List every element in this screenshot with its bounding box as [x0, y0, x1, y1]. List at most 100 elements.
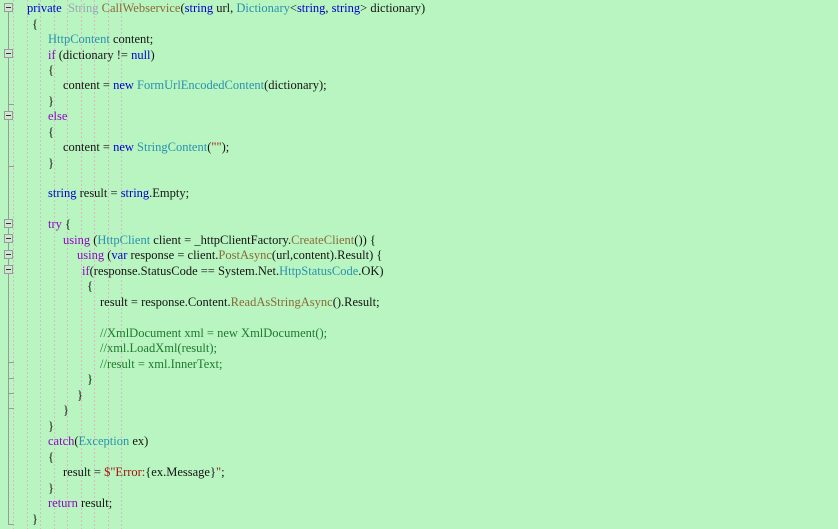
- code-token: StringContent: [137, 140, 208, 154]
- code-line[interactable]: if (dictionary != null): [48, 48, 155, 63]
- code-editor[interactable]: private String CallWebservice(string url…: [0, 0, 838, 529]
- code-token: private: [27, 1, 62, 15]
- code-token: }: [77, 388, 83, 402]
- code-token: {: [61, 217, 72, 231]
- code-token: url,: [213, 1, 237, 15]
- code-line[interactable]: result = $"Error:{ex.Message}";: [63, 465, 225, 480]
- code-token: {: [87, 279, 93, 293]
- outline-region-end-tick: [8, 104, 14, 105]
- code-line[interactable]: }: [48, 419, 54, 434]
- code-line[interactable]: }: [77, 388, 83, 403]
- code-token: {ex.Message}: [145, 465, 216, 479]
- code-token: CreateClient: [291, 233, 355, 247]
- code-line[interactable]: private String CallWebservice(string url…: [27, 1, 425, 16]
- code-token: Dictionary: [236, 1, 290, 15]
- code-token: HttpStatusCode: [279, 264, 359, 278]
- outline-region-line: [8, 58, 9, 104]
- code-line[interactable]: }: [63, 403, 69, 418]
- code-token: if: [48, 48, 56, 62]
- code-line[interactable]: {: [48, 63, 54, 78]
- code-token: }: [48, 419, 54, 433]
- outline-region-end-tick: [8, 408, 14, 409]
- code-token: (url,content).Result) {: [271, 248, 383, 262]
- minus-box-icon[interactable]: [4, 265, 13, 274]
- minus-box-icon[interactable]: [4, 49, 13, 58]
- code-token: return: [48, 496, 78, 510]
- code-token: {: [48, 125, 54, 139]
- code-token: {: [48, 63, 54, 77]
- code-line[interactable]: {: [48, 125, 54, 140]
- code-token: string: [48, 186, 77, 200]
- code-token: }: [32, 512, 38, 526]
- code-token: .Empty;: [149, 186, 190, 200]
- code-token: try: [48, 217, 62, 231]
- outline-region-end-tick: [8, 524, 14, 525]
- code-token: string: [331, 1, 361, 15]
- minus-box-icon[interactable]: [4, 111, 13, 120]
- code-line[interactable]: {: [48, 450, 54, 465]
- code-token: result =: [76, 186, 121, 200]
- code-line[interactable]: catch(Exception ex): [48, 434, 148, 449]
- code-line[interactable]: {: [32, 17, 38, 32]
- code-token: new: [113, 78, 134, 92]
- code-token: > dictionary): [360, 1, 426, 15]
- code-token: .OK): [358, 264, 384, 278]
- code-line[interactable]: if(response.StatusCode == System.Net.Htt…: [82, 264, 384, 279]
- code-token: }: [87, 372, 93, 386]
- code-token: string: [184, 1, 214, 15]
- code-token: using: [77, 248, 105, 262]
- code-token: catch: [48, 434, 75, 448]
- code-token: (response.StatusCode == System.Net.: [89, 264, 280, 278]
- code-line[interactable]: {: [87, 279, 93, 294]
- code-line[interactable]: content = new FormUrlEncodedContent(dict…: [63, 78, 327, 93]
- minus-box-icon[interactable]: [4, 234, 13, 243]
- code-token: string: [120, 186, 150, 200]
- code-token: result =: [63, 465, 105, 479]
- code-line[interactable]: else: [48, 109, 67, 124]
- code-token: FormUrlEncodedContent: [137, 78, 265, 92]
- code-line[interactable]: }: [48, 481, 54, 496]
- code-line[interactable]: }: [32, 512, 38, 527]
- code-line[interactable]: }: [87, 372, 93, 387]
- code-token: CallWebservice: [101, 1, 181, 15]
- code-token: );: [221, 140, 230, 154]
- code-line[interactable]: }: [48, 156, 54, 171]
- outlining-gutter[interactable]: [0, 0, 16, 529]
- code-line[interactable]: HttpContent content;: [48, 32, 153, 47]
- code-line[interactable]: //XmlDocument xml = new XmlDocument();: [100, 326, 327, 341]
- code-line[interactable]: }: [48, 94, 54, 109]
- code-line[interactable]: using (var response = client.PostAsync(u…: [77, 248, 382, 263]
- code-token: ): [150, 48, 155, 62]
- outline-region-line: [8, 120, 9, 166]
- code-token: (dictionary);: [264, 78, 327, 92]
- code-token: content;: [109, 32, 154, 46]
- code-line[interactable]: string result = string.Empty;: [48, 186, 189, 201]
- code-line[interactable]: using (HttpClient client = _httpClientFa…: [63, 233, 376, 248]
- code-line[interactable]: content = new StringContent("");: [63, 140, 229, 155]
- code-token: //xml.LoadXml(result);: [100, 341, 217, 355]
- code-token: }: [48, 94, 54, 108]
- code-token: String: [67, 1, 99, 15]
- code-line[interactable]: return result;: [48, 496, 112, 511]
- code-token: response = client.: [127, 248, 219, 262]
- outline-region-line: [8, 274, 9, 362]
- code-token: content =: [63, 78, 114, 92]
- code-text-area[interactable]: private String CallWebservice(string url…: [0, 0, 838, 529]
- code-token: ex): [129, 434, 149, 448]
- code-token: result = response.Content.: [100, 295, 231, 309]
- code-line[interactable]: result = response.Content.ReadAsStringAs…: [100, 295, 380, 310]
- code-token: (dictionary !=: [55, 48, 132, 62]
- code-token: //XmlDocument xml = new XmlDocument();: [100, 326, 328, 340]
- code-token: //result = xml.InnerText;: [100, 357, 223, 371]
- code-line[interactable]: //result = xml.InnerText;: [100, 357, 222, 372]
- code-token: }: [48, 156, 54, 170]
- code-line[interactable]: //xml.LoadXml(result);: [100, 341, 217, 356]
- code-token: ReadAsStringAsync: [230, 295, 333, 309]
- code-token: $"Error:: [104, 465, 146, 479]
- minus-box-icon[interactable]: [4, 250, 13, 259]
- minus-box-icon[interactable]: [4, 219, 13, 228]
- code-line[interactable]: try {: [48, 217, 71, 232]
- code-token: string: [296, 1, 326, 15]
- minus-box-icon[interactable]: [4, 3, 13, 12]
- code-token: {: [48, 450, 54, 464]
